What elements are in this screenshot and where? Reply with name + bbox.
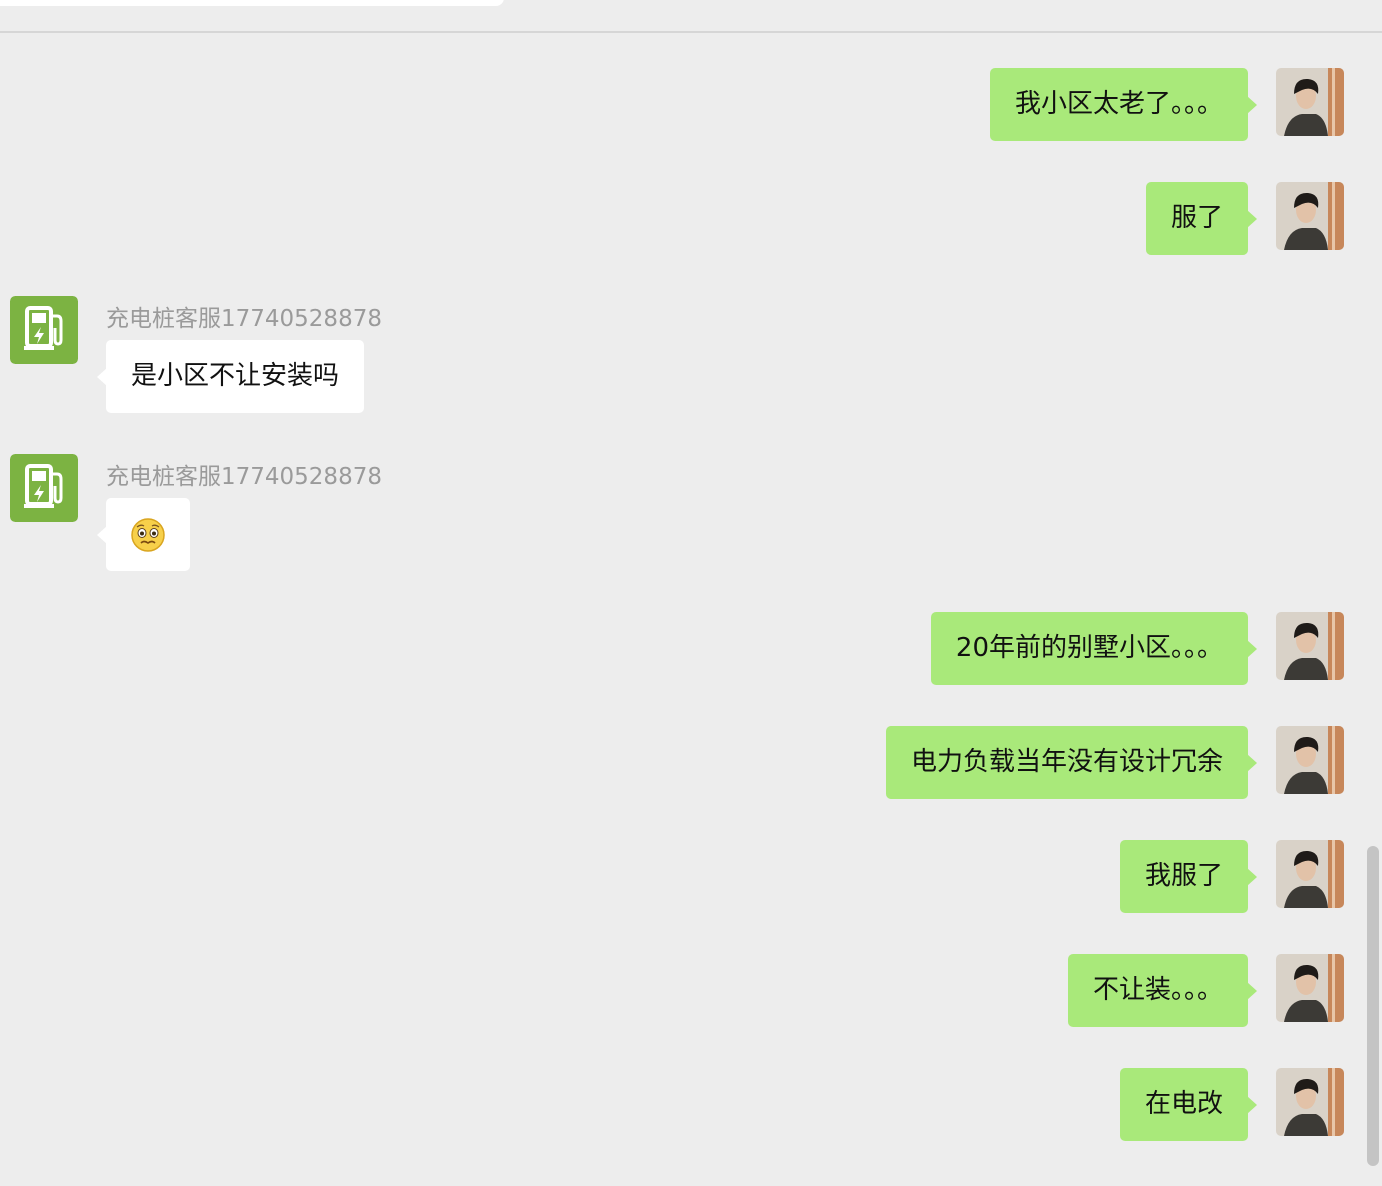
message-bubble-outgoing[interactable]: 我小区太老了。。。: [989, 68, 1258, 141]
user-avatar[interactable]: [1276, 954, 1344, 1022]
message-bubble-outgoing[interactable]: 服了: [1145, 182, 1258, 255]
sender-name: 充电桩客服17740528878: [106, 306, 382, 332]
message-bubble-outgoing[interactable]: 不让装。。。: [1067, 954, 1258, 1027]
message-bubble-outgoing[interactable]: 在电改: [1119, 1068, 1258, 1141]
message-bubble-outgoing[interactable]: 我服了: [1119, 840, 1258, 913]
user-avatar[interactable]: [1276, 612, 1344, 680]
user-avatar[interactable]: [1276, 182, 1344, 250]
message-bubble-incoming[interactable]: [97, 498, 190, 571]
charging-station-avatar-icon[interactable]: [10, 454, 78, 522]
user-avatar[interactable]: [1276, 68, 1344, 136]
user-avatar[interactable]: [1276, 840, 1344, 908]
message-bubble-outgoing[interactable]: 20年前的别墅小区。。。: [930, 612, 1258, 685]
charging-station-avatar-icon[interactable]: [10, 296, 78, 364]
user-avatar[interactable]: [1276, 726, 1344, 794]
message-bubble-incoming[interactable]: 是小区不让安装吗: [96, 340, 365, 413]
user-avatar[interactable]: [1276, 1068, 1344, 1136]
chat-message-list[interactable]: 我小区太老了。。。 服了 充电桩客服17740528878 是小区不让安装吗 充…: [0, 33, 1382, 1186]
top-bar: [0, 0, 1382, 33]
vertical-scrollbar[interactable]: [1367, 846, 1379, 1166]
message-bubble-outgoing[interactable]: 电力负载当年没有设计冗余: [885, 726, 1258, 799]
search-input[interactable]: [0, 0, 504, 6]
worried-face-emoji-icon: [131, 518, 165, 552]
sender-name: 充电桩客服17740528878: [106, 464, 382, 490]
